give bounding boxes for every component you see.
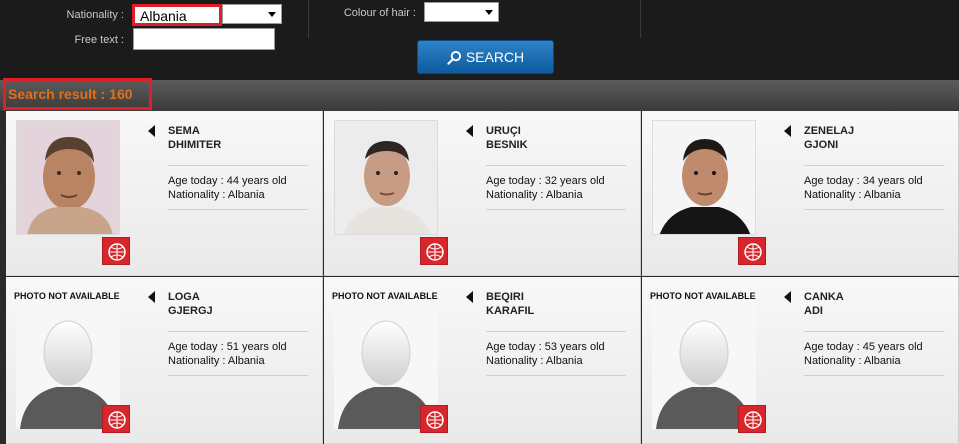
- chevron-down-icon: [485, 10, 493, 15]
- free-text-label: Free text :: [74, 34, 124, 46]
- result-card[interactable]: SEMA DHIMITER Age today : 44 years old N…: [6, 111, 323, 276]
- last-name[interactable]: LOGA: [168, 291, 200, 303]
- result-count: Search result : 160: [8, 86, 133, 102]
- caret-left-icon: [148, 291, 155, 303]
- search-icon: [447, 50, 461, 65]
- age-text: Age today : 44 years old: [168, 175, 287, 187]
- panel-divider: [640, 0, 641, 38]
- divider: [804, 331, 944, 332]
- divider: [168, 331, 308, 332]
- first-name[interactable]: DHIMITER: [168, 139, 221, 151]
- result-card[interactable]: ZENELAJ GJONI Age today : 34 years old N…: [642, 111, 959, 276]
- caret-left-icon: [784, 291, 791, 303]
- last-name[interactable]: CANKA: [804, 291, 844, 303]
- divider: [168, 209, 308, 210]
- suspect-photo[interactable]: [16, 120, 120, 235]
- first-name[interactable]: ADI: [804, 305, 823, 317]
- last-name[interactable]: SEMA: [168, 125, 200, 137]
- first-name[interactable]: KARAFIL: [486, 305, 534, 317]
- result-card[interactable]: URUÇI BESNIK Age today : 32 years old Na…: [324, 111, 641, 276]
- divider: [486, 209, 626, 210]
- age-text: Age today : 53 years old: [486, 341, 605, 353]
- interpol-badge-icon[interactable]: [738, 405, 766, 433]
- first-name[interactable]: BESNIK: [486, 139, 528, 151]
- interpol-badge-icon[interactable]: [102, 237, 130, 265]
- photo-not-available-label: PHOTO NOT AVAILABLE: [14, 291, 120, 301]
- first-name[interactable]: GJERGJ: [168, 305, 213, 317]
- nationality-dropdown[interactable]: [222, 4, 282, 24]
- first-name[interactable]: GJONI: [804, 139, 838, 151]
- caret-left-icon: [148, 125, 155, 137]
- last-name[interactable]: URUÇI: [486, 125, 521, 137]
- photo-not-available-label: PHOTO NOT AVAILABLE: [650, 291, 756, 301]
- last-name[interactable]: ZENELAJ: [804, 125, 854, 137]
- age-text: Age today : 32 years old: [486, 175, 605, 187]
- interpol-badge-icon[interactable]: [738, 237, 766, 265]
- results-grid: SEMA DHIMITER Age today : 44 years old N…: [6, 111, 959, 444]
- nationality-text: Nationality : Albania: [486, 355, 583, 367]
- divider: [168, 165, 308, 166]
- caret-left-icon: [784, 125, 791, 137]
- nationality-text: Nationality : Albania: [168, 355, 265, 367]
- interpol-badge-icon[interactable]: [102, 405, 130, 433]
- portrait-image: [335, 121, 437, 234]
- page: Nationality : Albania Free text : Colour…: [0, 0, 959, 444]
- suspect-photo[interactable]: [334, 120, 438, 235]
- panel-divider: [308, 0, 309, 38]
- nationality-value: Albania: [140, 8, 187, 24]
- divider: [486, 331, 626, 332]
- divider: [168, 375, 308, 376]
- age-text: Age today : 34 years old: [804, 175, 923, 187]
- interpol-badge-icon[interactable]: [420, 237, 448, 265]
- nationality-text: Nationality : Albania: [486, 189, 583, 201]
- portrait-image: [17, 121, 119, 234]
- photo-not-available-label: PHOTO NOT AVAILABLE: [332, 291, 438, 301]
- colour-of-hair-label: Colour of hair :: [343, 7, 416, 19]
- result-card[interactable]: PHOTO NOT AVAILABLE BEQIRI KARAFIL Age t…: [324, 277, 641, 444]
- caret-left-icon: [466, 291, 473, 303]
- caret-left-icon: [466, 125, 473, 137]
- divider: [486, 375, 626, 376]
- free-text-input[interactable]: [133, 28, 275, 50]
- portrait-image: [653, 121, 755, 234]
- chevron-down-icon: [268, 12, 276, 17]
- nationality-text: Nationality : Albania: [804, 355, 901, 367]
- search-button[interactable]: SEARCH: [418, 41, 553, 73]
- nationality-text: Nationality : Albania: [168, 189, 265, 201]
- age-text: Age today : 45 years old: [804, 341, 923, 353]
- last-name[interactable]: BEQIRI: [486, 291, 524, 303]
- suspect-photo[interactable]: [652, 120, 756, 235]
- divider: [804, 209, 944, 210]
- result-card[interactable]: PHOTO NOT AVAILABLE LOGA GJERGJ Age toda…: [6, 277, 323, 444]
- nationality-text: Nationality : Albania: [804, 189, 901, 201]
- interpol-badge-icon[interactable]: [420, 405, 448, 433]
- divider: [486, 165, 626, 166]
- search-button-label: SEARCH: [465, 49, 525, 65]
- age-text: Age today : 51 years old: [168, 341, 287, 353]
- divider: [804, 165, 944, 166]
- search-panel: Nationality : Albania Free text : Colour…: [0, 0, 959, 80]
- divider: [804, 375, 944, 376]
- colour-of-hair-select[interactable]: [424, 2, 499, 22]
- result-card[interactable]: PHOTO NOT AVAILABLE CANKA ADI Age today …: [642, 277, 959, 444]
- nationality-label: Nationality :: [66, 9, 124, 21]
- nationality-select[interactable]: Albania: [132, 4, 222, 26]
